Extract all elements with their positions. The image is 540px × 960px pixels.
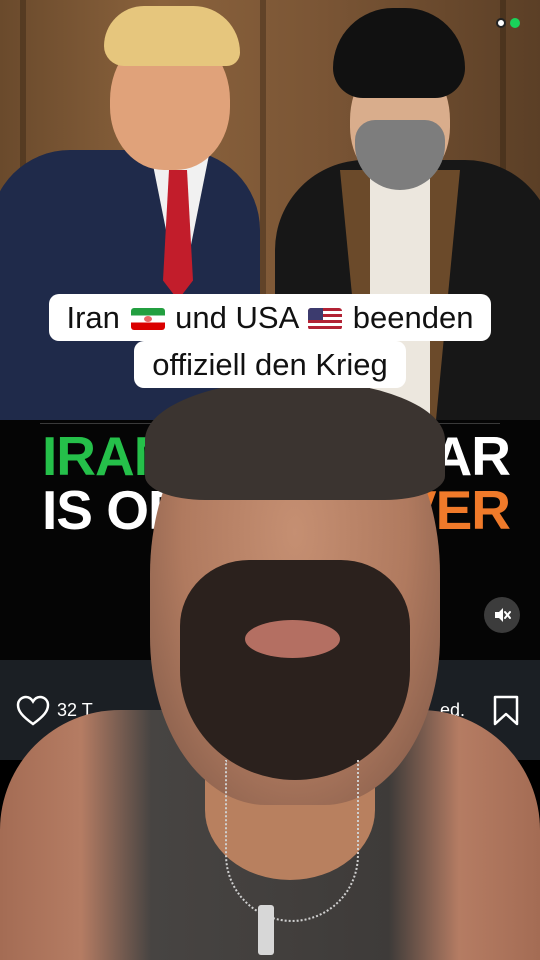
speaker-muted-icon (495, 608, 511, 622)
heart-outline-icon[interactable] (16, 695, 50, 727)
presenter-mouth (245, 620, 340, 658)
bookmark-outline-icon[interactable] (492, 695, 520, 727)
green-dot-icon (510, 18, 520, 28)
iran-flag-icon (130, 308, 165, 330)
presenter-hair (145, 380, 445, 500)
presenter-beard (180, 560, 410, 780)
reel-screen: IRAN AR IS OFF OVER 32 T ed. Iran und US… (0, 0, 540, 960)
person-right-turban (333, 8, 465, 98)
caption-line-2: offiziell den Krieg (134, 341, 406, 388)
caption-line-1: Iran und USA beenden (48, 294, 492, 341)
caption-text: Iran und USA beenden offiziell den Krieg (28, 294, 512, 388)
mute-button[interactable] (484, 597, 520, 633)
caption-word-iran: Iran (66, 300, 120, 335)
presenter-necklace (225, 760, 359, 922)
usa-flag-icon (308, 308, 343, 330)
caption-word-und-usa: und USA (175, 300, 298, 335)
presenter-pendant (258, 905, 274, 955)
status-indicators (496, 18, 520, 28)
white-dot-icon (496, 18, 506, 28)
person-left-hair (104, 6, 240, 66)
caption-word-beenden: beenden (352, 300, 474, 335)
